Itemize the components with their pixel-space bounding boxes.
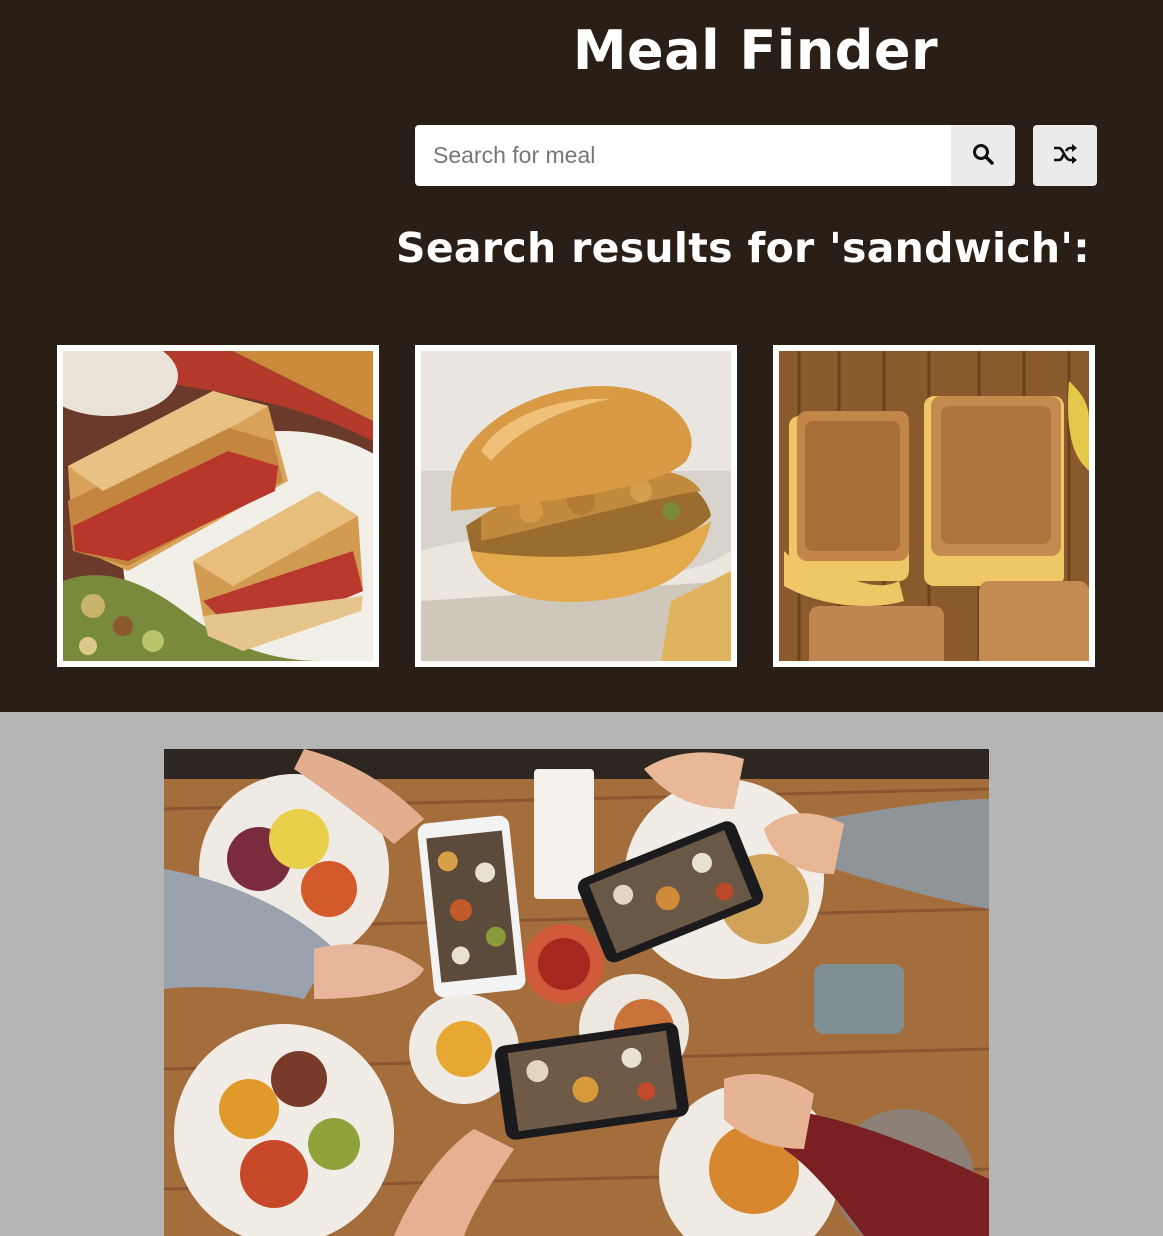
search-input[interactable]: [415, 125, 951, 186]
hero-image: [164, 749, 989, 1236]
meal-image: [779, 351, 1089, 661]
search-form: [415, 125, 1015, 186]
random-meal-button[interactable]: [1033, 125, 1097, 186]
search-button[interactable]: [951, 125, 1015, 186]
meal-card[interactable]: [415, 345, 737, 667]
page-title: Meal Finder: [572, 19, 939, 82]
meal-card[interactable]: [773, 345, 1095, 667]
search-icon: [971, 142, 995, 169]
header-section: Meal Finder Search results for 'sandwich…: [0, 0, 1163, 712]
results-heading: Search results for 'sandwich':: [396, 224, 1090, 272]
meal-image: [63, 351, 373, 661]
shuffle-icon: [1052, 143, 1078, 168]
meal-card[interactable]: [57, 345, 379, 667]
meal-image: [421, 351, 731, 661]
